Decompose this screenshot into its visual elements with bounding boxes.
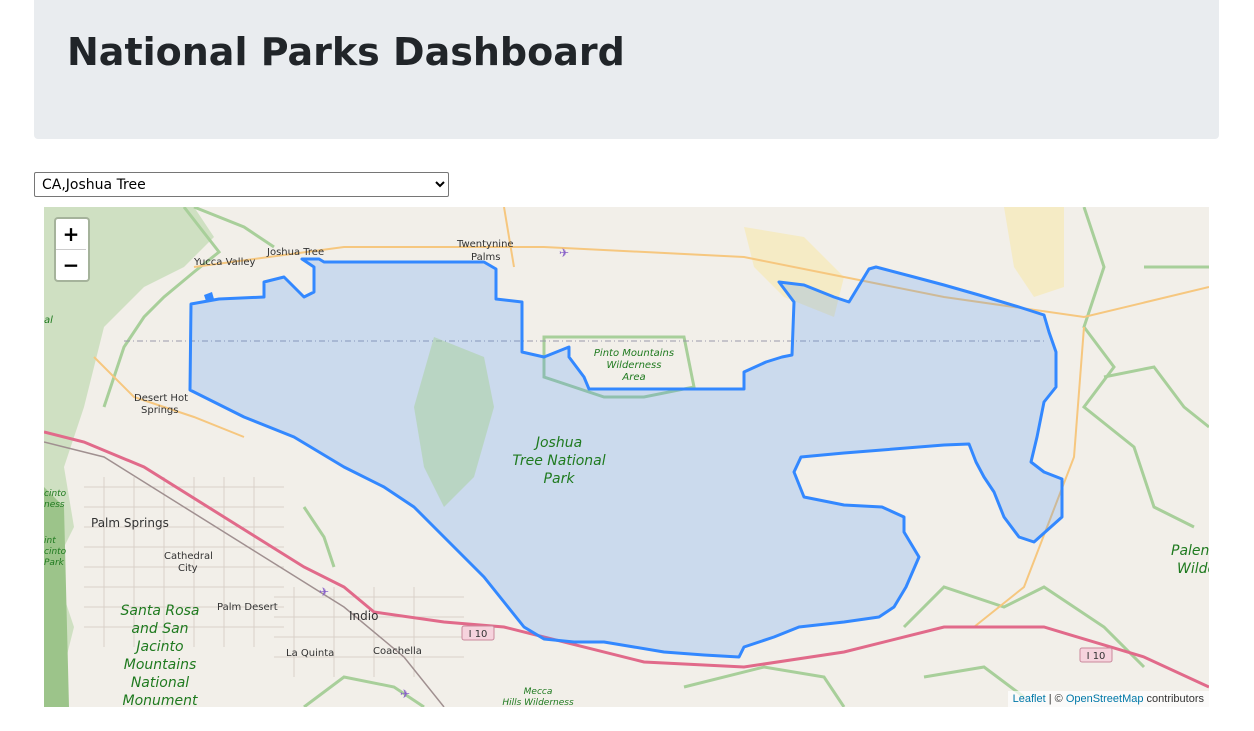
palen-label-1: Palen bbox=[1171, 543, 1209, 559]
map-container[interactable]: ✈ ✈ ✈ I 10 I 10 Yucca Valley Joshua Tree… bbox=[44, 207, 1209, 707]
santa-rosa-label-5: National bbox=[131, 675, 189, 691]
place-springs: Springs bbox=[141, 405, 178, 416]
park-label-line3: Park bbox=[544, 471, 576, 487]
zoom-in-button[interactable]: + bbox=[56, 219, 86, 250]
zoom-out-button[interactable]: − bbox=[56, 250, 86, 280]
park-select[interactable]: CA,Joshua Tree bbox=[34, 172, 449, 197]
left-edge-label-3: ness bbox=[44, 500, 65, 510]
place-joshua-tree: Joshua Tree bbox=[266, 247, 324, 258]
svg-text:I 10: I 10 bbox=[1087, 651, 1106, 662]
santa-rosa-label-1: Santa Rosa bbox=[120, 603, 199, 619]
place-palms: Palms bbox=[471, 252, 500, 263]
highway-shield-2: I 10 bbox=[1079, 647, 1113, 663]
santa-rosa-label-6: Monument bbox=[122, 693, 198, 707]
place-cathedral: Cathedral bbox=[164, 551, 213, 562]
left-edge-label-2: cinto bbox=[44, 489, 67, 499]
left-edge-label-5: cinto bbox=[44, 547, 67, 557]
mecca-label-2: Hills Wilderness bbox=[502, 698, 574, 707]
park-label-line2: Tree National bbox=[512, 453, 605, 469]
place-palm-springs: Palm Springs bbox=[91, 516, 169, 530]
place-la-quinta: La Quinta bbox=[286, 648, 334, 659]
place-twentynine: Twentynine bbox=[456, 239, 514, 250]
left-edge-label-6: Park bbox=[44, 558, 65, 568]
attribution-separator: | © bbox=[1045, 693, 1066, 705]
osm-link[interactable]: OpenStreetMap bbox=[1066, 693, 1144, 705]
place-coachella: Coachella bbox=[373, 646, 422, 657]
park-label-line1: Joshua bbox=[533, 435, 582, 451]
leaflet-link[interactable]: Leaflet bbox=[1013, 693, 1046, 705]
page-title: National Parks Dashboard bbox=[67, 30, 625, 74]
place-yucca-valley: Yucca Valley bbox=[193, 257, 256, 268]
zoom-control: + − bbox=[54, 217, 90, 282]
map-tiles[interactable]: ✈ ✈ ✈ I 10 I 10 Yucca Valley Joshua Tree… bbox=[44, 207, 1209, 707]
santa-rosa-label-4: Mountains bbox=[124, 657, 197, 673]
mecca-label-1: Mecca bbox=[524, 687, 553, 697]
santa-rosa-label-2: and San bbox=[131, 621, 188, 637]
left-edge-label-1: al bbox=[44, 315, 53, 326]
airport-icon-2: ✈ bbox=[319, 585, 329, 599]
pinto-label-3: Area bbox=[621, 372, 645, 383]
airport-icon-3: ✈ bbox=[400, 687, 410, 701]
attribution-suffix: contributors bbox=[1143, 693, 1204, 705]
place-indio: Indio bbox=[349, 609, 378, 623]
svg-text:I 10: I 10 bbox=[469, 629, 488, 640]
palen-label-2: Wilde bbox=[1177, 561, 1209, 577]
place-desert-hot: Desert Hot bbox=[134, 393, 188, 404]
place-palm-desert: Palm Desert bbox=[217, 602, 278, 613]
highway-shield-1: I 10 bbox=[461, 625, 495, 641]
left-edge-label-4: int bbox=[44, 536, 56, 546]
airport-icon: ✈ bbox=[559, 246, 569, 260]
santa-rosa-label-3: Jacinto bbox=[133, 639, 183, 655]
place-city: City bbox=[178, 563, 198, 574]
pinto-label-1: Pinto Mountains bbox=[594, 348, 674, 359]
map-attribution: Leaflet | © OpenStreetMap contributors bbox=[1007, 691, 1209, 707]
pinto-label-2: Wilderness bbox=[607, 360, 662, 371]
header-jumbotron: National Parks Dashboard bbox=[34, 0, 1219, 139]
